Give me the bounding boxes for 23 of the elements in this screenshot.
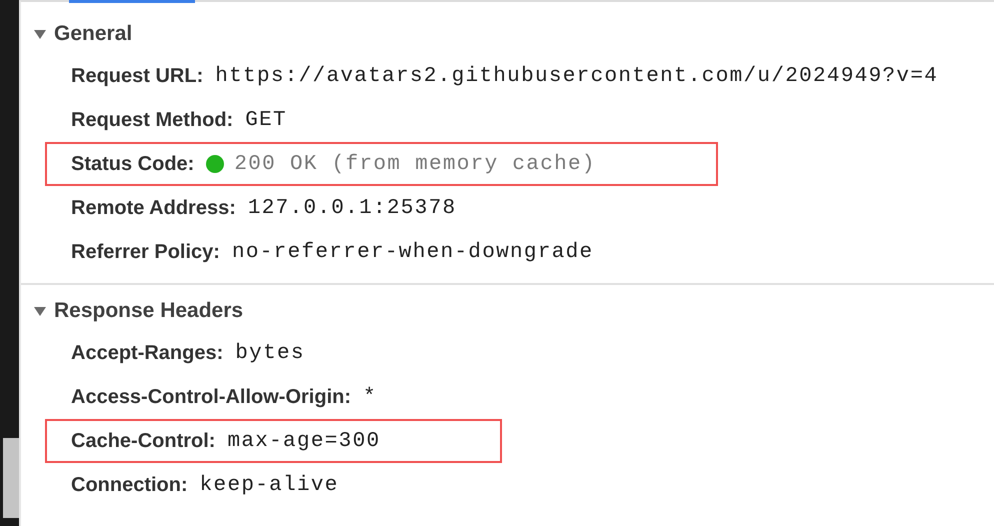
section-header[interactable]: General — [21, 14, 994, 54]
scrollbar-thumb[interactable] — [3, 438, 19, 518]
header-value: * — [363, 386, 377, 408]
header-value: bytes — [235, 342, 305, 364]
header-value: 127.0.0.1:25378 — [248, 196, 456, 220]
header-value: keep-alive — [200, 474, 339, 496]
header-name: Status Code: — [71, 152, 194, 176]
header-name: Cache-Control: — [71, 430, 216, 452]
header-value: GET — [245, 108, 287, 132]
header-value: 200 OK (from memory cache) — [234, 152, 596, 176]
header-value: max-age=300 — [227, 430, 380, 452]
header-name: Connection: — [71, 474, 188, 496]
header-name: Request Method: — [71, 108, 234, 132]
header-name: Access-Control-Allow-Origin: — [71, 386, 352, 408]
header-name: Accept-Ranges: — [71, 342, 224, 364]
header-value: https://avatars2.githubusercontent.com/u/2024949?v=4 — [215, 64, 938, 88]
header-name: Referrer Policy: — [71, 240, 220, 264]
expanded-triangle-icon — [34, 306, 46, 316]
header-value: no-referrer-when-downgrade — [232, 240, 594, 264]
expanded-triangle-icon — [34, 30, 46, 38]
header-name: Remote Address: — [71, 196, 236, 220]
section-header[interactable]: Response Headers — [21, 291, 994, 331]
header-name: Request URL: — [71, 64, 204, 88]
